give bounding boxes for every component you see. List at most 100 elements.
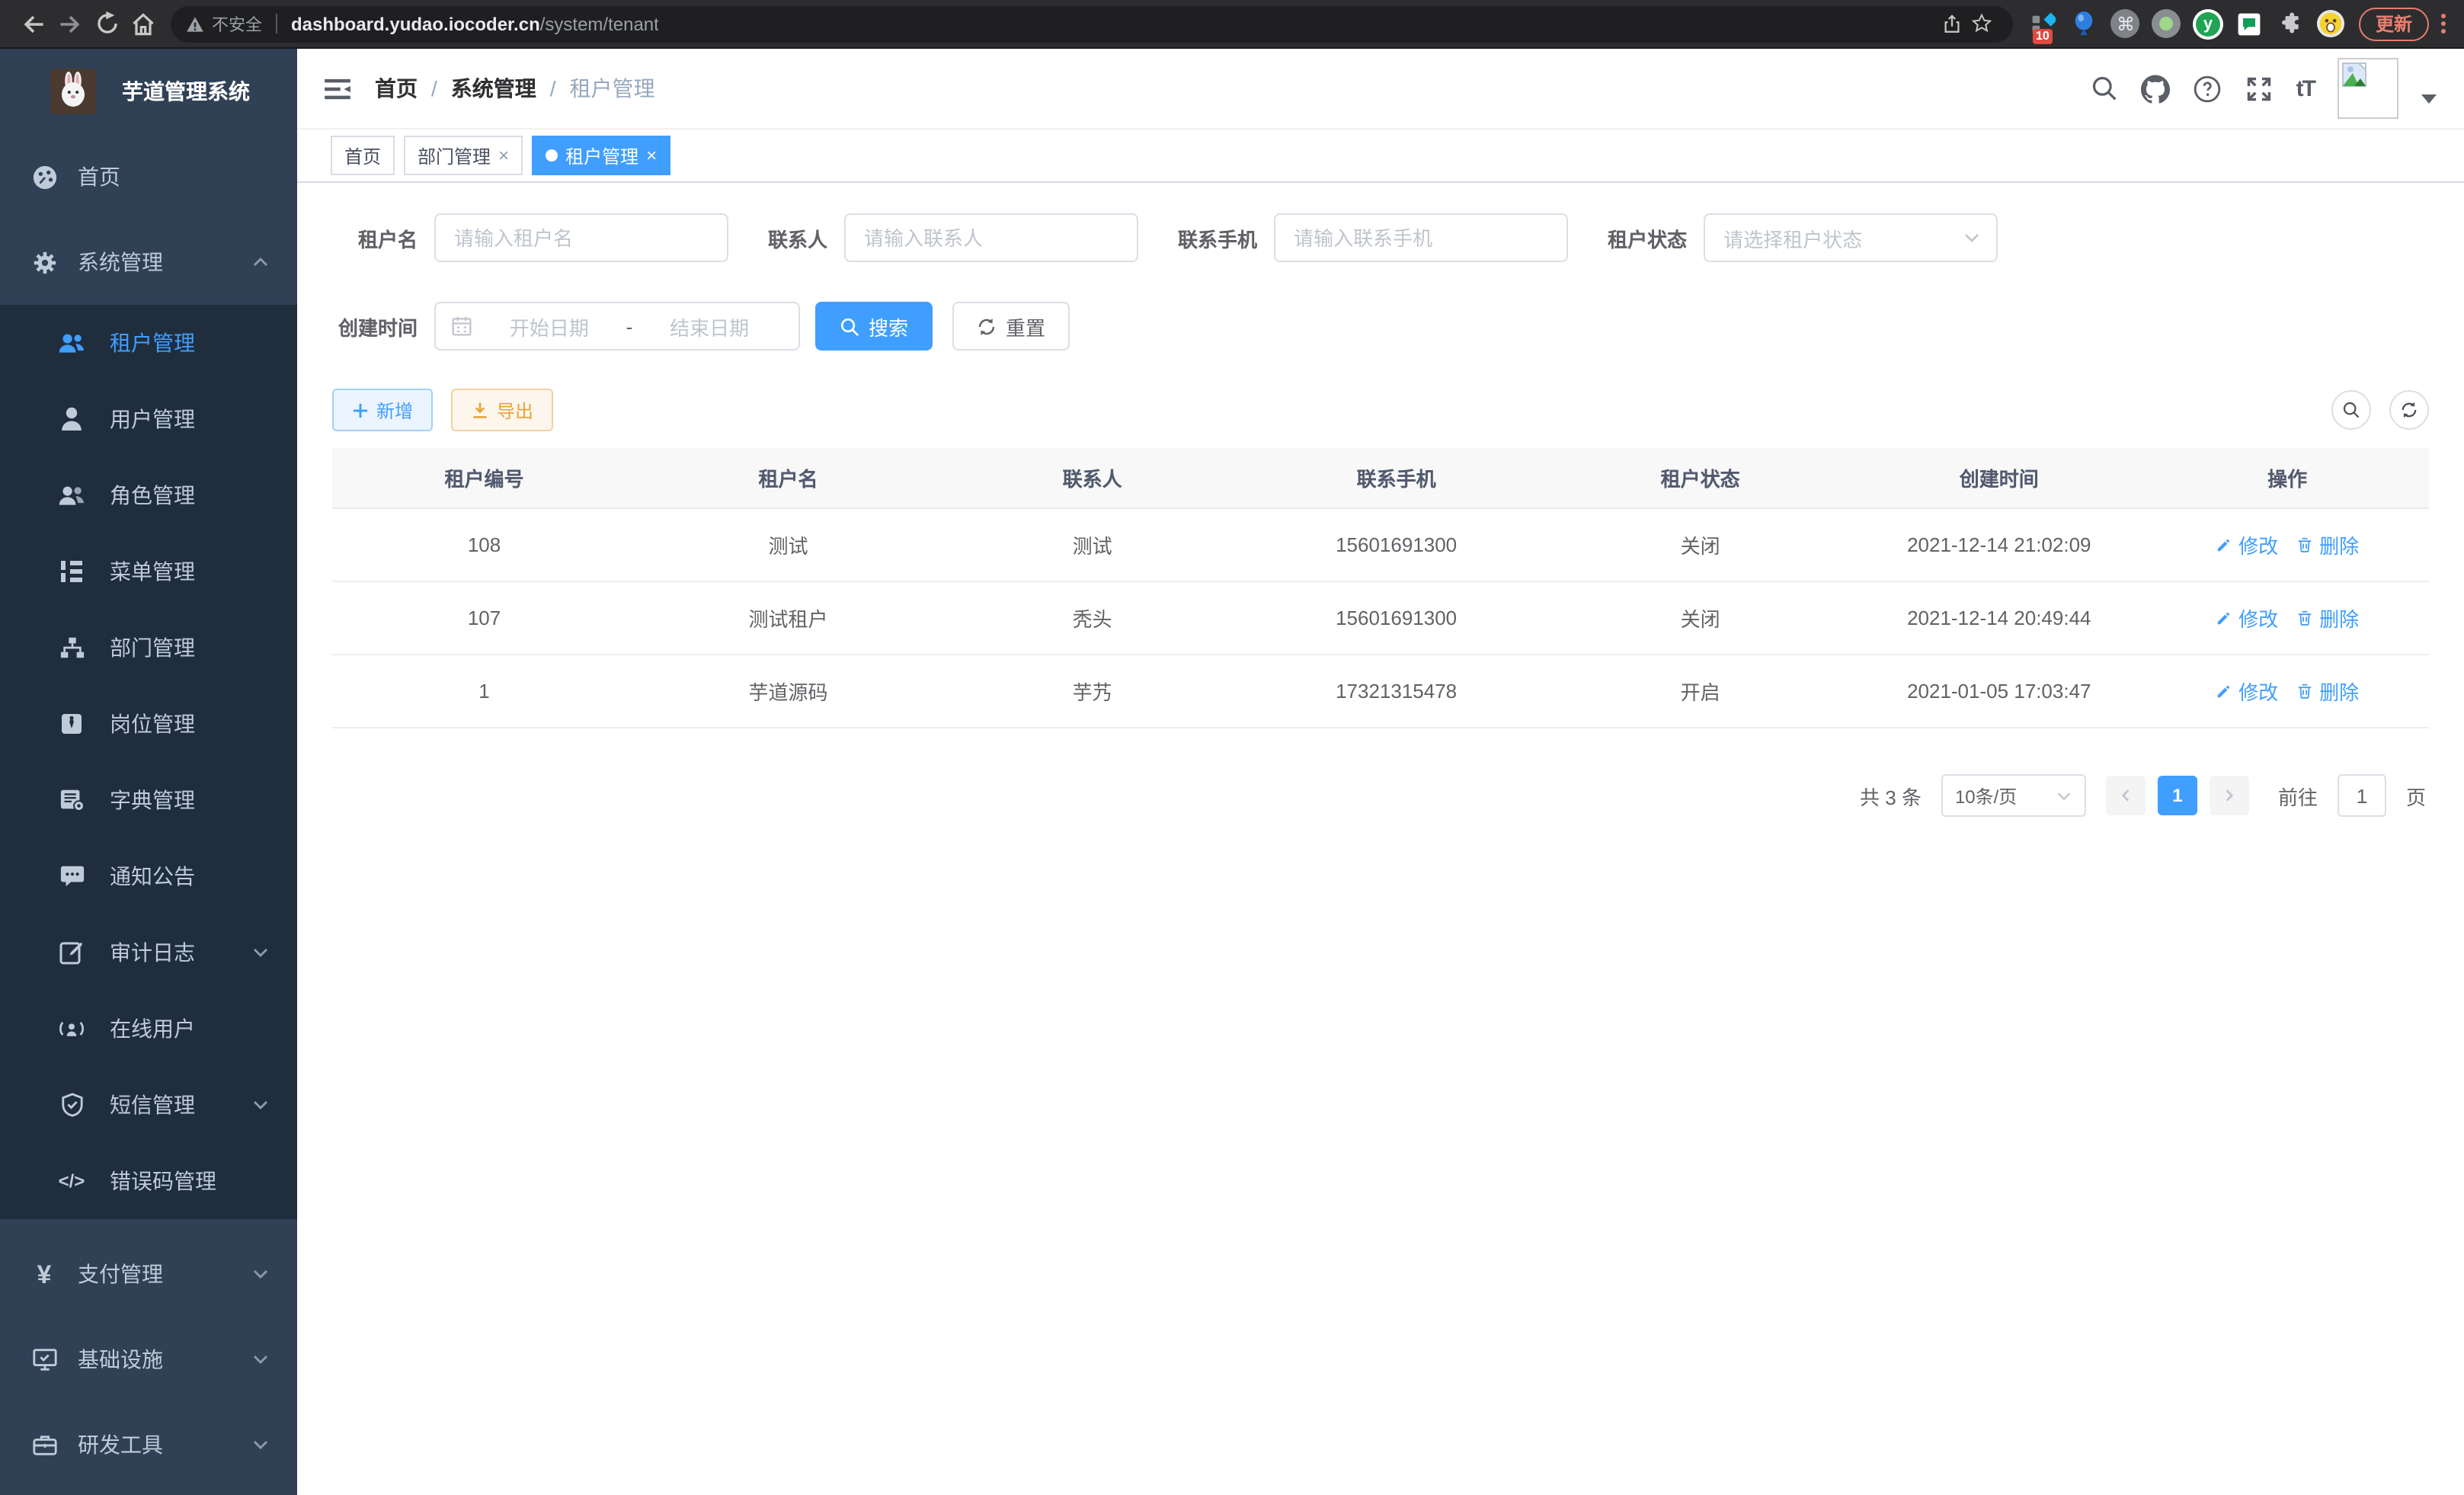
- delete-link[interactable]: 删除: [2296, 530, 2359, 559]
- sidebar-item-system[interactable]: 系统管理: [0, 219, 297, 305]
- sidebar-item-role[interactable]: 角色管理: [0, 457, 297, 533]
- home-icon[interactable]: [125, 5, 162, 42]
- sidebar-item-label: 基础设施: [78, 1344, 163, 1375]
- chevron-down-icon: [251, 1436, 270, 1454]
- tenants-icon: [58, 331, 85, 355]
- sidebar-item-infra[interactable]: 基础设施: [0, 1317, 297, 1402]
- trash-icon: [2296, 536, 2313, 553]
- user-icon: [58, 407, 85, 431]
- export-button[interactable]: 导出: [451, 389, 553, 431]
- font-size-icon[interactable]: tT: [2296, 75, 2315, 101]
- page-content: 租户名 联系人 联系手机 租户状态 请选择租户状态: [297, 183, 2464, 1495]
- cell-actions: 修改 删除: [2146, 603, 2429, 632]
- site-security[interactable]: 不安全: [186, 11, 262, 36]
- close-icon[interactable]: ×: [646, 146, 657, 165]
- extension-command-icon[interactable]: ⌘: [2110, 8, 2141, 39]
- kebab-menu-icon[interactable]: [2441, 14, 2446, 34]
- gear-icon: [30, 249, 58, 275]
- sidebar-item-audit-log[interactable]: 审计日志: [0, 914, 297, 991]
- bookmark-star-icon[interactable]: [1967, 8, 1998, 39]
- plus-icon: [352, 402, 369, 418]
- mobile-input[interactable]: [1274, 213, 1568, 262]
- sidebar-item-user[interactable]: 用户管理: [0, 381, 297, 457]
- sidebar-item-label: 审计日志: [110, 937, 195, 968]
- sidebar-item-dept[interactable]: 部门管理: [0, 610, 297, 686]
- goto-label: 前往: [2278, 781, 2318, 810]
- sidebar-item-sms[interactable]: 短信管理: [0, 1067, 297, 1143]
- page-size-select[interactable]: 10条/页: [1941, 774, 2086, 817]
- github-icon[interactable]: [2141, 74, 2170, 103]
- forward-icon[interactable]: [52, 5, 88, 42]
- puzzle-icon[interactable]: [2275, 8, 2306, 39]
- devtools-briefcase-icon: [30, 1433, 58, 1457]
- toggle-search-button[interactable]: [2331, 390, 2371, 430]
- col-status: 租户状态: [1548, 463, 1852, 492]
- sidebar-item-dict[interactable]: 字典管理: [0, 762, 297, 838]
- extension-record-icon[interactable]: [2152, 8, 2182, 39]
- divider: [276, 14, 277, 34]
- sidebar-item-post[interactable]: 岗位管理: [0, 686, 297, 762]
- sidebar-item-label: 用户管理: [110, 404, 195, 434]
- end-date-placeholder: 结束日期: [635, 312, 783, 341]
- sidebar-item-errcode[interactable]: </> 错误码管理: [0, 1143, 297, 1219]
- sidebar-item-home[interactable]: 首页: [0, 134, 297, 219]
- extension-grid-icon[interactable]: 10: [2028, 8, 2059, 39]
- goto-page-input[interactable]: [2338, 774, 2386, 817]
- sidebar-logo[interactable]: 芋道管理系统: [0, 49, 297, 134]
- delete-link[interactable]: 删除: [2296, 677, 2359, 706]
- sidebar-item-menu[interactable]: 菜单管理: [0, 533, 297, 610]
- tab-tenant[interactable]: 租户管理 ×: [532, 136, 670, 175]
- create-time-range-picker[interactable]: 开始日期 - 结束日期: [434, 302, 800, 351]
- sidebar-item-notice[interactable]: 通知公告: [0, 838, 297, 914]
- sidebar-item-devtools[interactable]: 研发工具: [0, 1402, 297, 1487]
- tenant-name-label: 租户名: [332, 223, 418, 252]
- reset-button[interactable]: 重置: [952, 302, 1070, 351]
- cell-actions: 修改 删除: [2146, 677, 2429, 706]
- status-label: 租户状态: [1608, 223, 1687, 252]
- edit-link[interactable]: 修改: [2216, 530, 2278, 559]
- reload-icon[interactable]: [88, 5, 125, 42]
- delete-link[interactable]: 删除: [2296, 603, 2359, 632]
- breadcrumb-system[interactable]: 系统管理: [451, 73, 536, 104]
- avatar-dropdown-caret[interactable]: [2421, 94, 2437, 104]
- prev-page-button[interactable]: [2106, 776, 2146, 815]
- extension-y-icon[interactable]: y: [2193, 8, 2223, 39]
- close-icon[interactable]: ×: [498, 146, 509, 165]
- tab-dept[interactable]: 部门管理 ×: [404, 136, 523, 175]
- fullscreen-icon[interactable]: [2245, 74, 2274, 103]
- edit-link[interactable]: 修改: [2216, 677, 2278, 706]
- tab-home[interactable]: 首页: [331, 136, 395, 175]
- cell-created: 2021-12-14 20:49:44: [1852, 607, 2146, 629]
- mobile-label: 联系手机: [1178, 223, 1257, 252]
- sidebar-item-tenant[interactable]: 租户管理: [0, 305, 297, 381]
- add-button[interactable]: 新增: [332, 389, 433, 431]
- share-icon[interactable]: [1937, 8, 1967, 39]
- tab-label: 租户管理: [565, 142, 638, 168]
- help-icon[interactable]: [2193, 74, 2222, 103]
- extension-balloon-icon[interactable]: [2069, 8, 2100, 39]
- sidebar-item-label: 首页: [78, 162, 120, 192]
- page-number-button[interactable]: 1: [2158, 776, 2197, 815]
- search-button[interactable]: 搜索: [815, 302, 933, 351]
- back-icon[interactable]: [15, 5, 52, 42]
- edit-link[interactable]: 修改: [2216, 603, 2278, 632]
- hamburger-icon[interactable]: [325, 77, 350, 100]
- update-button[interactable]: 更新: [2359, 7, 2429, 40]
- search-icon[interactable]: [2091, 75, 2118, 102]
- sidebar-item-pay[interactable]: ¥ 支付管理: [0, 1231, 297, 1317]
- sidebar-item-label: 通知公告: [110, 861, 195, 892]
- rabbit-logo-icon: [50, 69, 96, 114]
- tenant-name-input[interactable]: [434, 213, 728, 262]
- status-select[interactable]: 请选择租户状态: [1704, 213, 1998, 262]
- sidebar-item-label: 系统管理: [78, 247, 163, 277]
- sidebar-item-online-users[interactable]: 在线用户: [0, 991, 297, 1067]
- breadcrumb-home[interactable]: 首页: [375, 73, 418, 104]
- contact-input[interactable]: [844, 213, 1138, 262]
- user-avatar[interactable]: [2338, 58, 2398, 119]
- extension-chat-icon[interactable]: [2234, 8, 2264, 39]
- next-page-button[interactable]: [2210, 776, 2249, 815]
- browser-toolbar: 不安全 dashboard.yudao.iocoder.cn/system/te…: [0, 0, 2464, 49]
- refresh-table-button[interactable]: [2389, 390, 2429, 430]
- profile-avatar-icon[interactable]: [2316, 8, 2347, 39]
- url-bar[interactable]: 不安全 dashboard.yudao.iocoder.cn/system/te…: [171, 5, 2013, 42]
